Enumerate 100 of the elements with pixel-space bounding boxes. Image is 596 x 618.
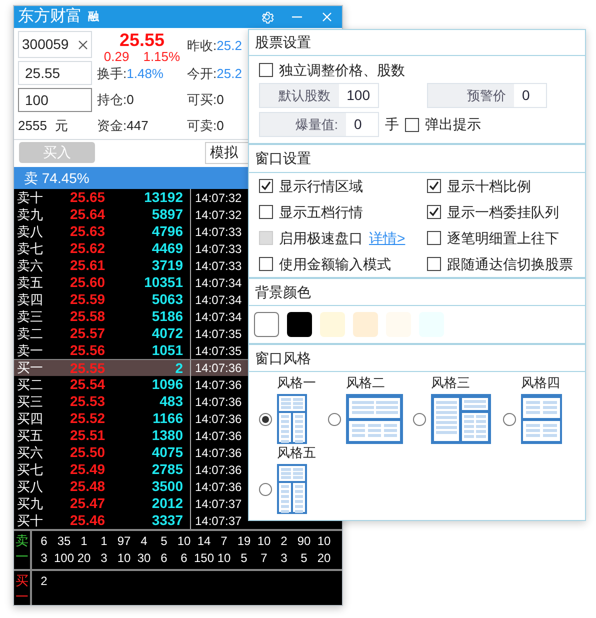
checkbox[interactable] — [259, 179, 273, 193]
color-swatch[interactable] — [254, 312, 279, 337]
unit-label: 手 — [385, 115, 399, 134]
radio-button[interactable] — [503, 412, 516, 426]
checkbox[interactable] — [427, 231, 441, 245]
queue-volume: 7 — [260, 550, 268, 566]
checkbox[interactable] — [405, 118, 419, 132]
color-swatch[interactable] — [353, 312, 378, 337]
quantity-field[interactable]: 100 — [18, 88, 92, 112]
queue-volume: 10 — [256, 533, 272, 549]
level-price: 25.51 — [70, 426, 106, 445]
queue-volume: 5 — [300, 550, 308, 566]
queue-volume: 2 — [40, 573, 48, 589]
checkbox[interactable] — [427, 205, 441, 219]
layout-icon — [431, 394, 491, 444]
level-volume: 483 — [158, 392, 184, 411]
level-volume: 4796 — [150, 222, 184, 241]
level-label: 卖八 — [16, 222, 44, 241]
labeled-field[interactable]: 默认股数 100 — [259, 83, 379, 108]
stat-label: 可买: — [187, 91, 217, 110]
level-price: 25.61 — [70, 256, 106, 275]
checkbox[interactable] — [259, 205, 273, 219]
level-price: 25.64 — [70, 205, 106, 224]
price-change: 0.29 — [104, 50, 130, 63]
level-volume: 4469 — [150, 239, 184, 258]
field-label: 默认股数 — [260, 84, 339, 107]
level-price: 25.58 — [70, 307, 106, 326]
queue-volume: 14 — [196, 533, 212, 549]
queue-volume: 10 — [316, 533, 332, 549]
margin-label: 融 — [88, 10, 99, 25]
stat-value: 0 — [126, 91, 134, 110]
stat-value: 25.2 — [216, 37, 242, 56]
queue-volume: 7 — [220, 533, 228, 549]
level-price: 25.54 — [70, 375, 106, 394]
field-value: 0 — [521, 86, 531, 105]
option-label: 弹出提示 — [425, 115, 481, 134]
level-label: 卖二 — [16, 324, 44, 343]
level-volume: 4072 — [150, 324, 184, 343]
section-title: 窗口风格 — [249, 345, 585, 372]
field-label: 爆量值: — [260, 113, 346, 136]
level-label: 卖三 — [16, 308, 44, 326]
stat-label: 持仓: — [97, 91, 127, 110]
queue-volume: 100 — [54, 550, 74, 566]
radio-button[interactable] — [259, 482, 272, 496]
option-label: 独立调整价格、股数 — [279, 60, 405, 80]
queue-volume: 6 — [160, 550, 168, 566]
checkbox[interactable] — [427, 257, 441, 271]
settings-icon[interactable] — [260, 10, 274, 24]
radio-button[interactable] — [328, 412, 341, 426]
level-label: 买六 — [16, 444, 44, 462]
checkbox[interactable] — [259, 257, 273, 271]
color-swatch[interactable] — [287, 312, 312, 337]
color-swatch[interactable] — [320, 312, 345, 337]
level-price: 25.53 — [70, 392, 106, 411]
checkbox[interactable] — [259, 63, 273, 77]
field-value: 100 — [346, 86, 371, 105]
level-label: 买五 — [16, 426, 44, 445]
queue-volume: 1 — [100, 533, 108, 549]
level-time: 14:07:37 — [190, 512, 242, 529]
radio-button[interactable] — [413, 412, 426, 426]
option-label: 跟随通达信切换股票 — [447, 254, 573, 274]
checkbox[interactable] — [427, 179, 441, 193]
price-field[interactable]: 25.55 — [18, 61, 92, 85]
stock-code-field[interactable]: 300059 — [18, 31, 92, 58]
queue-volume: 10 — [176, 533, 192, 549]
level-volume: 5897 — [150, 205, 184, 224]
labeled-field[interactable]: 预警价 0 — [427, 83, 547, 108]
style-label: 风格二 — [346, 374, 386, 392]
level-volume: 1380 — [150, 426, 184, 445]
level-label: 卖六 — [16, 256, 44, 275]
layout-icon — [277, 464, 307, 514]
queue-volume: 30 — [136, 550, 152, 566]
option-label: 显示十档比例 — [447, 176, 531, 196]
window-title: 东方财富 — [18, 9, 82, 25]
level-label: 买三 — [16, 392, 44, 411]
queue-volume: 35 — [56, 533, 72, 549]
section-title: 窗口设置 — [249, 145, 585, 173]
level-price: 25.49 — [70, 460, 106, 479]
close-icon[interactable] — [322, 12, 332, 22]
style-label: 风格三 — [431, 374, 471, 392]
field-label: 预警价 — [428, 84, 514, 107]
level-label: 买七 — [16, 460, 44, 479]
level-volume: 4075 — [150, 443, 184, 462]
queue-volume: 90 — [296, 533, 312, 549]
radio-button[interactable] — [259, 412, 272, 426]
level-volume: 3500 — [150, 477, 184, 496]
level-label: 卖九 — [16, 206, 44, 224]
level-volume: 2 — [174, 358, 184, 378]
level-label: 买四 — [16, 410, 44, 428]
stat-label: 昨收: — [187, 37, 217, 56]
level-volume: 3337 — [150, 511, 184, 530]
queue-volume: 3 — [100, 550, 108, 566]
clear-icon[interactable] — [78, 40, 88, 50]
queue-volume: 6 — [40, 533, 48, 549]
level-price: 25.60 — [70, 273, 106, 292]
level-price: 25.52 — [70, 409, 106, 428]
stat-label: 资金: — [97, 117, 127, 136]
level-label: 买九 — [16, 494, 44, 513]
queue-volume: 10 — [216, 550, 232, 566]
labeled-field[interactable]: 爆量值: 0 — [259, 112, 379, 137]
